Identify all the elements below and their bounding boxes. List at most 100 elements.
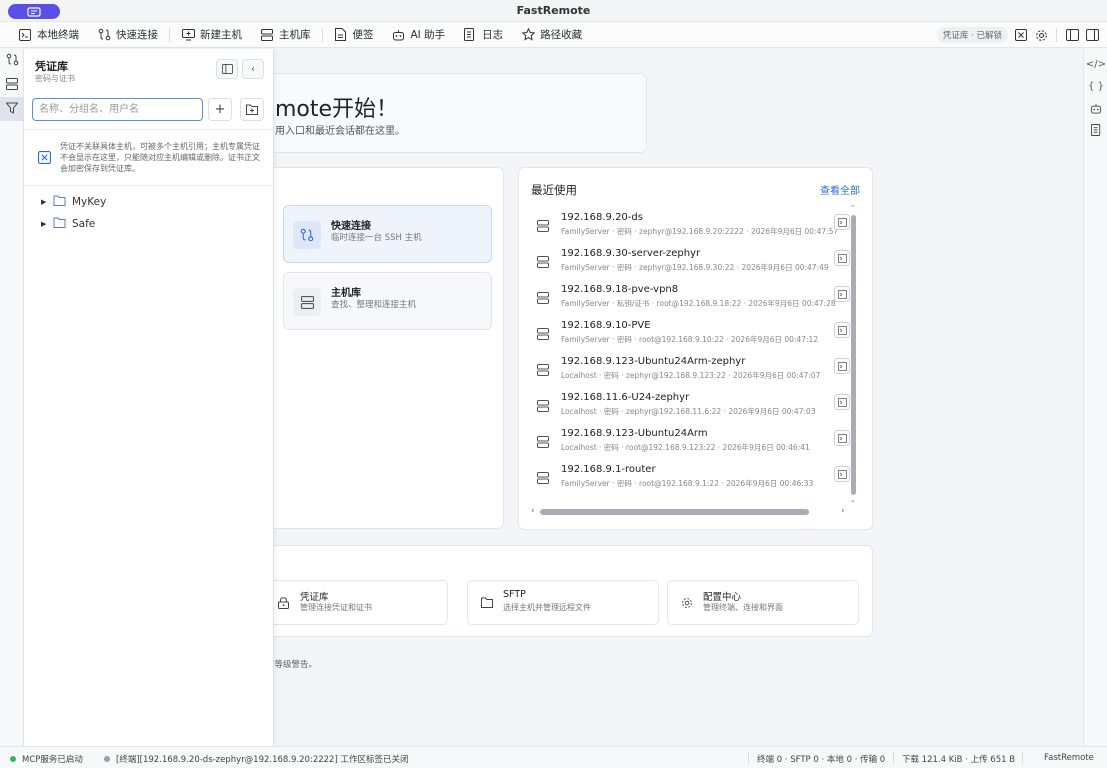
open-terminal-button[interactable] [834, 394, 850, 410]
robot-icon [392, 28, 406, 42]
toolbar-new-host[interactable]: 新建主机 [172, 22, 251, 48]
status-bar: MCP服务已启动 [终端][192.168.9.20-ds-zephyr@192… [0, 746, 1107, 768]
recent-row[interactable]: 192.168.9.10-PVE FamilyServer · 密码 · roo… [537, 320, 857, 356]
scrollbar-thumb[interactable] [851, 215, 856, 495]
caret-right-icon[interactable]: ▶ [41, 198, 47, 206]
scrollbar-thumb[interactable] [540, 509, 809, 515]
main-content: mote开始！ 用入口和最近会话都在这里。 快速连接 临时连接一台 SSH 主机… [264, 49, 1083, 746]
recent-row[interactable]: 192.168.9.1-router FamilyServer · 密码 · r… [537, 464, 857, 500]
recent-host-name: 192.168.9.10-PVE [561, 320, 651, 331]
recent-host-meta: Localhost · 密码 · zephyr@192.168.9.123:22… [561, 371, 821, 380]
mcp-status: MCP服务已启动 [10, 753, 83, 765]
shortcut-desc: 选择主机并管理远程文件 [503, 603, 591, 612]
toolbar-label: AI 助手 [410, 29, 446, 41]
toolbar-notes[interactable]: 便签 [325, 22, 383, 48]
dock-panel-button[interactable] [216, 59, 238, 79]
toolbar-label: 便签 [352, 29, 374, 41]
collapse-panel-button[interactable]: ‹ [242, 59, 264, 79]
quick-connect-action[interactable]: 快速连接 临时连接一台 SSH 主机 [283, 205, 492, 263]
open-terminal-button[interactable] [834, 322, 850, 338]
recent-row[interactable]: 192.168.9.18-pve-vpn8 FamilyServer · 私钥/… [537, 284, 857, 320]
server-icon [260, 28, 274, 42]
toolbar-quick-connect[interactable]: 快速连接 [88, 22, 167, 48]
credential-search-input[interactable] [32, 98, 203, 121]
action-desc: 查找、整理和连接主机 [331, 300, 417, 310]
recent-host-meta: FamilyServer · 密码 · root@192.168.9.10:22… [561, 335, 819, 344]
code-icon[interactable]: </> [1084, 53, 1107, 75]
add-credential-button[interactable]: + [208, 98, 232, 121]
recent-row[interactable]: 192.168.9.20-ds FamilyServer · 密码 · zeph… [537, 212, 857, 248]
open-terminal-button[interactable] [834, 358, 850, 374]
folder-icon [53, 217, 66, 231]
server-icon [293, 288, 321, 316]
gear-icon[interactable] [1034, 28, 1048, 42]
host-library-action[interactable]: 主机库 查找、整理和连接主机 [283, 272, 492, 330]
status-divider [748, 752, 749, 764]
chevron-right-icon[interactable]: › [841, 506, 845, 516]
chevron-up-icon[interactable]: ⌃ [850, 204, 856, 212]
chevron-down-icon[interactable]: ⌄ [850, 496, 856, 504]
server-icon [537, 220, 549, 235]
folder-icon [481, 597, 493, 611]
toolbar-path-favorites[interactable]: 路径收藏 [512, 22, 591, 48]
session-counts: 终端 0 · SFTP 0 · 本地 0 · 传输 0 [757, 755, 886, 765]
toolbar-label: 快速连接 [116, 29, 158, 41]
robot-icon[interactable] [1084, 97, 1107, 119]
view-all-link[interactable]: 查看全部 [820, 182, 860, 197]
open-terminal-button[interactable] [834, 286, 850, 302]
caret-right-icon[interactable]: ▶ [41, 220, 47, 228]
open-terminal-button[interactable] [834, 430, 850, 446]
sidebar-left-toggle-icon[interactable] [1065, 28, 1079, 42]
toolbar-log[interactable]: 日志 [454, 22, 512, 48]
actions-card: 快速连接 临时连接一台 SSH 主机 主机库 查找、整理和连接主机 [264, 167, 504, 529]
right-activity-rail: </> { } [1083, 49, 1107, 746]
recent-row[interactable]: 192.168.9.123-Ubuntu24Arm-zephyr Localho… [537, 356, 857, 392]
log-icon[interactable] [1084, 119, 1107, 141]
toolbar-label: 日志 [482, 29, 504, 41]
toolbar-local-terminal[interactable]: 本地终端 [0, 22, 88, 48]
toolbar-ai-assistant[interactable]: AI 助手 [383, 22, 455, 48]
divider [24, 185, 273, 186]
action-title: 主机库 [331, 288, 361, 299]
open-terminal-button[interactable] [834, 466, 850, 482]
tree-folder-safe[interactable]: ▶ Safe [41, 217, 95, 231]
title-bar: FastRemote [0, 0, 1107, 22]
recent-row[interactable]: 192.168.9.30-server-zephyr FamilyServer … [537, 248, 857, 284]
divider [24, 129, 273, 130]
recent-horizontal-scrollbar[interactable]: ‹ › [531, 506, 851, 518]
braces-icon[interactable]: { } [1084, 75, 1107, 97]
rail-host-library[interactable] [0, 73, 24, 97]
recent-host-name: 192.168.9.123-Ubuntu24Arm [561, 428, 708, 439]
status-app-name: FastRemote [1044, 753, 1094, 763]
close-box-icon[interactable] [1014, 28, 1028, 42]
shortcut-config-center[interactable]: 配置中心 管理终端、连接和界面 [667, 580, 859, 625]
recent-title: 最近使用 [531, 183, 577, 197]
recent-row[interactable]: 192.168.11.6-U24-zephyr Localhost · 密码 ·… [537, 392, 857, 428]
log-icon [463, 28, 477, 42]
open-terminal-button[interactable] [834, 250, 850, 266]
status-ok-dot [10, 756, 16, 762]
recent-card: 最近使用 查看全部 192.168.9.20-ds FamilyServer ·… [518, 167, 873, 530]
rail-credentials[interactable] [0, 97, 24, 121]
shortcut-credentials[interactable]: 凭证库 管理连接凭证和证书 [265, 580, 448, 625]
recent-host-meta: FamilyServer · 私钥/证书 · root@192.168.9.18… [561, 299, 836, 308]
vault-status-badge: 凭证库 · 已解锁 [936, 27, 1008, 43]
toolbar-divider [169, 27, 170, 42]
recent-row[interactable]: 192.168.9.123-Ubuntu24Arm Localhost · 密码… [537, 428, 857, 464]
sidebar-right-toggle-icon[interactable] [1085, 28, 1099, 42]
toolbar-host-library[interactable]: 主机库 [251, 22, 320, 48]
shortcut-desc: 管理终端、连接和界面 [703, 603, 783, 612]
panel-title: 凭证库 [35, 60, 68, 73]
recent-vertical-scrollbar[interactable]: ⌃ ⌄ [850, 204, 858, 504]
rail-quick-connect[interactable] [0, 49, 24, 73]
chevron-left-icon: ‹ [251, 63, 255, 75]
shortcut-sftp[interactable]: SFTP 选择主机并管理远程文件 [467, 580, 659, 625]
credential-info-note: 凭证不关联具体主机，可被多个主机引用；主机专属凭证不会显示在这里，只能随对应主机… [38, 141, 266, 174]
tree-folder-label: Safe [72, 218, 96, 230]
action-title: 快速连接 [331, 221, 371, 232]
new-folder-button[interactable] [240, 98, 264, 121]
status-divider [1022, 752, 1023, 764]
open-terminal-button[interactable] [834, 214, 850, 230]
chevron-left-icon[interactable]: ‹ [531, 506, 535, 516]
tree-folder-mykey[interactable]: ▶ MyKey [41, 195, 106, 209]
